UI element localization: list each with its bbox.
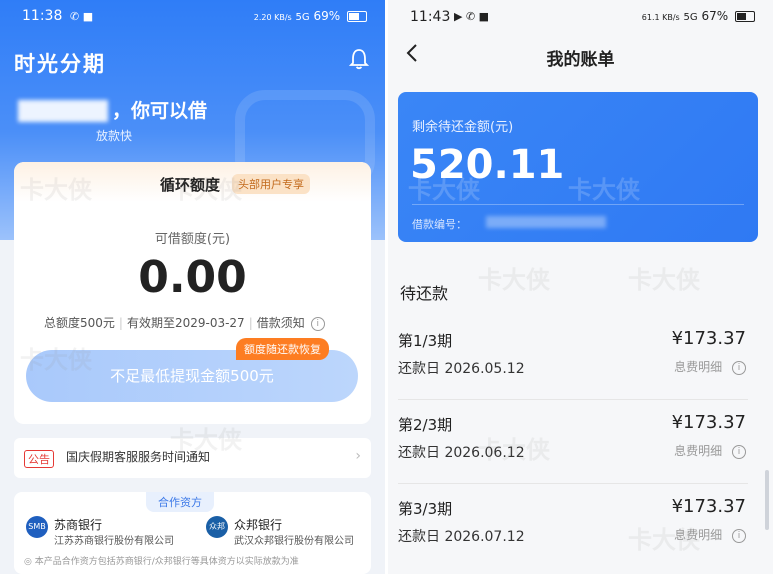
greeting-text: ，你可以借 — [112, 100, 208, 122]
info-icon: i — [732, 360, 746, 375]
right-screen: 11:43 ▶ ✆ ■ 61.1 KB/s 5G 67% 我的账单 剩余待还金额… — [388, 0, 773, 574]
fee-detail-link[interactable]: 息费明细 i — [674, 358, 746, 375]
section-title: 待还款 — [400, 284, 449, 303]
loan-notice-link[interactable]: 借款须知 — [257, 316, 305, 330]
info-icon: i — [732, 528, 746, 543]
watermark: 卡大侠 — [20, 176, 92, 204]
bank-name: 苏商银行 — [54, 518, 103, 532]
installment-period: 第2/3期 — [398, 416, 453, 434]
partners-panel: 合作资方 SMB 苏商银行 江苏苏商银行股份有限公司 众邦 众邦银行 武汉众邦银… — [14, 492, 371, 574]
restore-badge: 额度随还款恢复 — [236, 338, 329, 360]
app-title: 时光分期 — [14, 52, 106, 76]
battery-percent: 67% — [701, 9, 729, 23]
bank-name: 众邦银行 — [234, 518, 283, 532]
notification-icons: ▶ ✆ ■ — [454, 10, 490, 23]
watermark: 卡大侠 — [170, 176, 242, 204]
installment-amount: ¥173.37 — [671, 412, 746, 433]
status-bar: 11:43 ▶ ✆ ■ 61.1 KB/s 5G 67% — [388, 0, 773, 32]
info-icon: i — [732, 444, 746, 459]
partners-tag: 合作资方 — [146, 492, 214, 512]
watermark: 卡大侠 — [628, 266, 700, 294]
fee-detail-label: 息费明细 — [674, 444, 723, 458]
watermark: 卡大侠 — [478, 266, 550, 294]
watermark: 卡大侠 — [20, 346, 92, 374]
status-bar: 11:38 ✆ ■ 2.20 KB/s 5G 69% — [0, 0, 385, 32]
status-right: 61.1 KB/s 5G 67% — [642, 9, 755, 23]
balance-label: 剩余待还金额(元) — [412, 120, 514, 135]
watermark: 卡大侠 — [628, 526, 700, 554]
notification-icons: ✆ ■ — [70, 10, 94, 23]
status-right: 2.20 KB/s 5G 69% — [254, 9, 367, 23]
watermark: 卡大侠 — [568, 176, 640, 204]
installment-period: 第3/3期 — [398, 500, 453, 518]
bank-full-name: 武汉众邦银行股份有限公司 — [234, 536, 354, 547]
installment-row[interactable]: 第3/3期 还款日 2026.07.12 ¥173.37 息费明细 i — [398, 486, 760, 568]
installment-row[interactable]: 第1/3期 还款日 2026.05.12 ¥173.37 息费明细 i — [398, 318, 760, 400]
status-time: 11:43 — [410, 9, 451, 25]
fee-detail-link[interactable]: 息费明细 i — [674, 442, 746, 459]
scrollbar[interactable] — [765, 470, 769, 530]
signal-indicator: 5G — [683, 12, 698, 23]
credit-info-row: 总额度500元 | 有效期至2029-03-27 | 借款须知 i — [44, 314, 325, 331]
left-screen: 11:38 ✆ ■ 2.20 KB/s 5G 69% 时光分期 ，你可以借 放款… — [0, 0, 385, 574]
greeting-subtitle: 放款快 — [96, 129, 133, 143]
row-divider — [398, 483, 748, 484]
status-time: 11:38 — [22, 8, 63, 24]
chevron-right-icon: › — [355, 448, 361, 464]
net-speed: 2.20 KB/s — [253, 13, 292, 22]
installment-row[interactable]: 第2/3期 还款日 2026.06.12 ¥173.37 息费明细 i — [398, 402, 760, 484]
bank-logo-icon: 众邦 — [206, 516, 228, 538]
masked-username — [18, 100, 108, 122]
bank-logo-icon: SMB — [26, 516, 48, 538]
total-limit: 总额度500元 — [44, 316, 115, 330]
installment-amount: ¥173.37 — [671, 328, 746, 349]
installment-amount: ¥173.37 — [671, 496, 746, 517]
installment-due-date: 还款日 2026.07.12 — [398, 529, 525, 545]
announcement-tag: 公告 — [24, 450, 54, 468]
watermark: 卡大侠 — [170, 426, 242, 454]
masked-loan-number — [486, 216, 606, 228]
available-label: 可借额度(元) — [154, 232, 231, 247]
info-icon[interactable]: i — [310, 316, 325, 331]
battery-percent: 69% — [313, 9, 341, 23]
installment-due-date: 还款日 2026.05.12 — [398, 361, 525, 377]
partners-disclaimer: ◎ 本产品合作资方包括苏商银行/众邦银行等具体资方以实际放款为准 — [24, 557, 299, 567]
validity: 有效期至2029-03-27 — [126, 316, 245, 330]
available-amount: 0.00 — [138, 252, 247, 303]
row-divider — [398, 399, 748, 400]
bank-full-name: 江苏苏商银行股份有限公司 — [54, 536, 174, 547]
fee-detail-label: 息费明细 — [674, 360, 723, 374]
watermark: 卡大侠 — [408, 176, 480, 204]
bell-icon[interactable] — [349, 48, 369, 70]
battery-icon — [735, 11, 755, 22]
premium-tag: 头部用户专享 — [232, 174, 310, 194]
net-speed: 61.1 KB/s — [641, 13, 680, 22]
loan-number-label: 借款编号： — [412, 218, 467, 231]
watermark: 卡大侠 — [478, 436, 550, 464]
installment-period: 第1/3期 — [398, 332, 453, 350]
signal-indicator: 5G — [295, 12, 310, 23]
balance-card: 剩余待还金额(元) 520.11 借款编号： — [398, 92, 758, 242]
page-title: 我的账单 — [546, 50, 615, 70]
battery-icon — [347, 11, 367, 22]
